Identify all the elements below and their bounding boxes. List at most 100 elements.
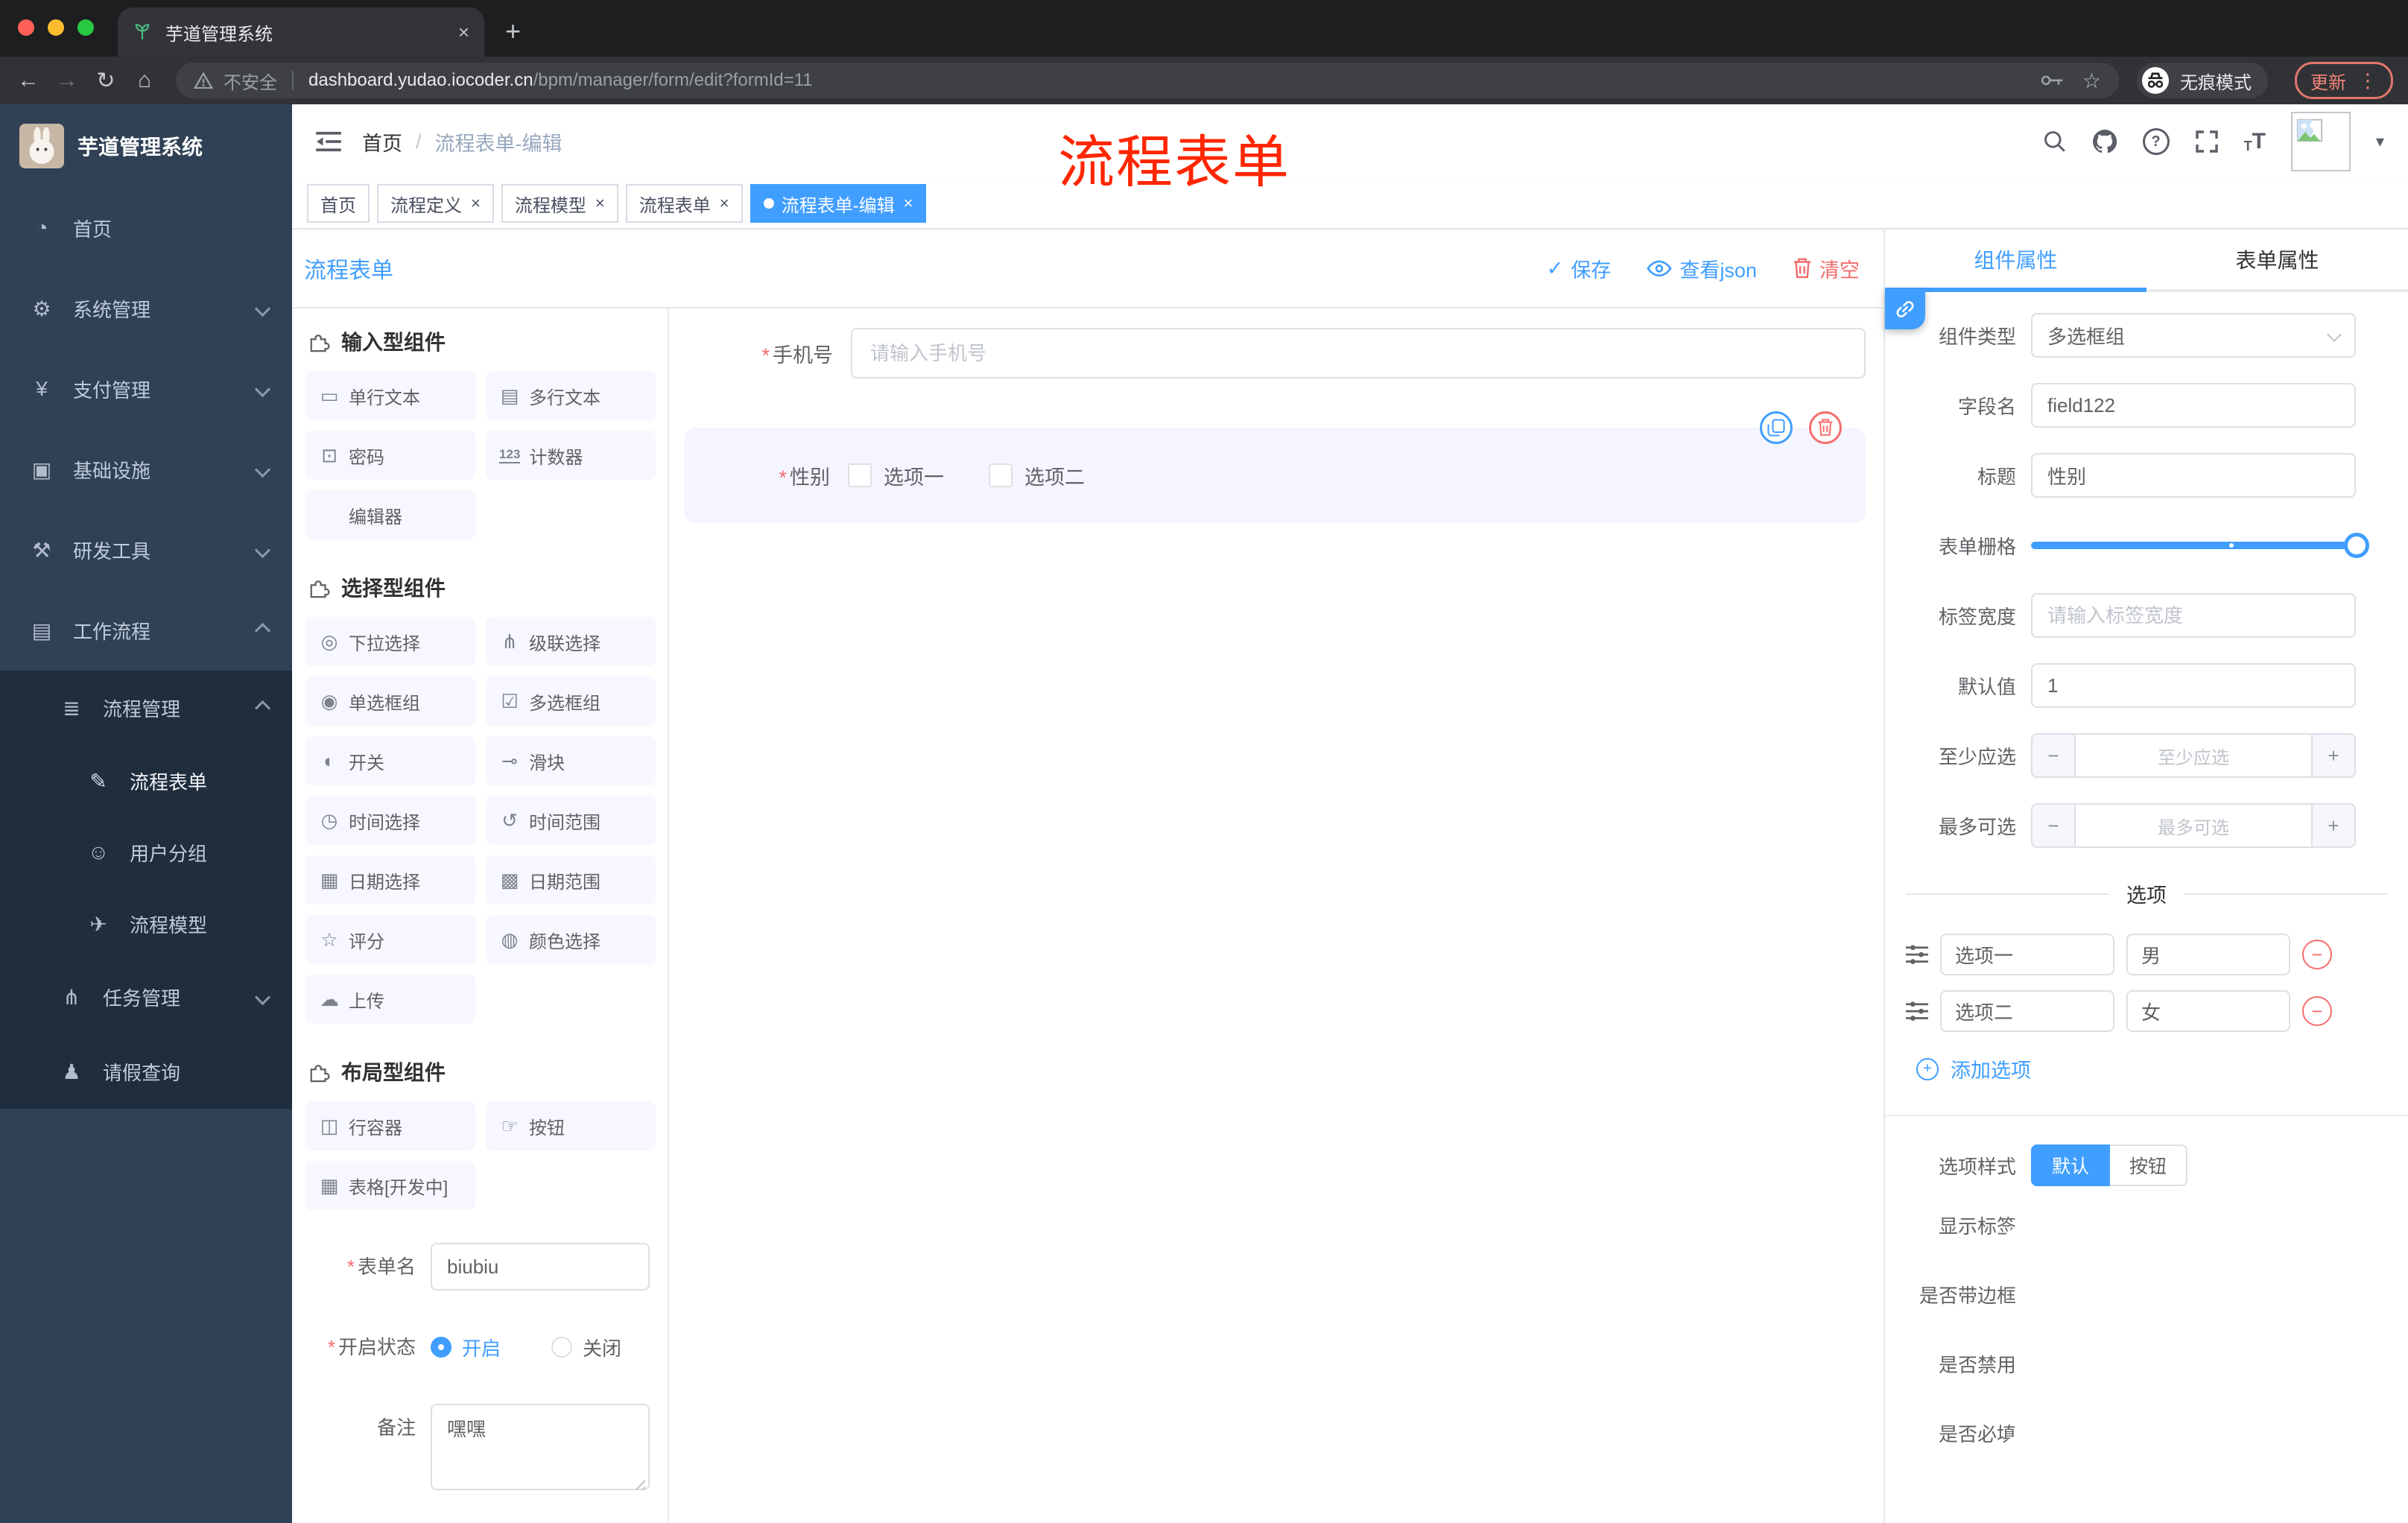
palette-item-color-picker[interactable]: ◍ 颜色选择 <box>486 915 656 964</box>
bookmark-star-icon[interactable]: ☆ <box>2082 69 2101 93</box>
collapse-sidebar-icon[interactable] <box>316 131 341 152</box>
drag-handle-icon[interactable] <box>1906 1001 1928 1021</box>
palette-item-select[interactable]: ◎ 下拉选择 <box>305 617 475 666</box>
window-close-button[interactable] <box>18 19 34 36</box>
selected-component-panel[interactable]: * 性别 选项一 选项二 <box>684 411 1866 523</box>
reload-icon[interactable]: ↻ <box>92 68 119 94</box>
palette-item-single-text[interactable]: ▭ 单行文本 <box>305 371 475 420</box>
component-type-select[interactable] <box>2031 313 2356 358</box>
fullscreen-icon[interactable] <box>2195 130 2219 153</box>
status-radio-on[interactable]: 开启 <box>431 1334 501 1361</box>
sidebar-item-process-form[interactable]: ✎ 流程表单 <box>0 745 292 817</box>
sidebar-item-system[interactable]: ⚙ 系统管理 <box>0 268 292 349</box>
sidebar-item-home[interactable]: ◔ 首页 <box>0 188 292 268</box>
palette-item-checkbox-group[interactable]: ☑ 多选框组 <box>486 677 656 726</box>
window-zoom-button[interactable] <box>77 19 94 36</box>
sidebar-item-payment[interactable]: ¥ 支付管理 <box>0 349 292 429</box>
increase-button[interactable]: + <box>2311 735 2354 776</box>
decrease-button[interactable]: − <box>2032 805 2076 846</box>
sidebar-item-devtools[interactable]: ⚒ 研发工具 <box>0 510 292 590</box>
palette-item-upload[interactable]: ☁ 上传 <box>305 975 475 1024</box>
palette-item-editor[interactable]: 编辑器 <box>305 490 475 539</box>
tab-form-props[interactable]: 表单属性 <box>2146 229 2408 289</box>
style-default-button[interactable]: 默认 <box>2031 1144 2111 1186</box>
tag-process-form[interactable]: 流程表单 × <box>625 184 743 223</box>
password-key-icon[interactable] <box>2041 74 2065 87</box>
remove-option-button[interactable]: − <box>2302 940 2332 969</box>
slider-handle[interactable] <box>2344 533 2369 558</box>
browser-menu-icon[interactable]: ⋮ <box>2358 69 2377 92</box>
palette-item-switch[interactable]: ◐ 开关 <box>305 736 475 785</box>
font-size-icon[interactable]: TT <box>2244 130 2266 153</box>
view-json-button[interactable]: 查看json <box>1647 254 1757 283</box>
browser-tab[interactable]: 芋道管理系统 × <box>118 7 484 57</box>
form-name-input[interactable] <box>431 1243 650 1291</box>
form-remark-textarea[interactable] <box>431 1404 650 1490</box>
field-name-input[interactable] <box>2031 383 2356 428</box>
grid-slider[interactable] <box>2031 523 2369 568</box>
max-select-placeholder[interactable]: 最多可选 <box>2076 805 2311 846</box>
palette-item-time-picker[interactable]: ◷ 时间选择 <box>305 796 475 845</box>
palette-item-time-range[interactable]: ↺ 时间范围 <box>486 796 656 845</box>
forward-icon[interactable]: → <box>54 68 80 93</box>
style-button-button[interactable]: 按钮 <box>2110 1144 2188 1186</box>
palette-item-date-range[interactable]: ▩ 日期范围 <box>486 855 656 905</box>
tag-process-definition[interactable]: 流程定义 × <box>377 184 494 223</box>
palette-item-table[interactable]: ▦ 表格[开发中] <box>305 1161 475 1210</box>
option-value-input[interactable] <box>2126 934 2290 975</box>
clear-button[interactable]: 清空 <box>1793 254 1860 283</box>
palette-item-counter[interactable]: 123 计数器 <box>486 431 656 480</box>
sidebar-logo[interactable]: 芋道管理系统 <box>0 104 292 188</box>
increase-button[interactable]: + <box>2311 805 2354 846</box>
save-button[interactable]: ✓ 保存 <box>1547 254 1612 283</box>
checkbox-icon[interactable] <box>989 463 1013 487</box>
address-bar[interactable]: 不安全 dashboard.yudao.iocoder.cn/bpm/manag… <box>176 63 2119 98</box>
home-icon[interactable]: ⌂ <box>131 68 158 93</box>
back-icon[interactable]: ← <box>15 68 42 93</box>
palette-item-slider[interactable]: ⊸ 滑块 <box>486 736 656 785</box>
title-input[interactable] <box>2031 453 2356 498</box>
link-handle-button[interactable] <box>1885 289 1925 329</box>
status-radio-off[interactable]: 关闭 <box>551 1334 621 1361</box>
form-canvas[interactable]: *手机号 *性别 <box>669 308 1883 1523</box>
tab-close-icon[interactable]: × <box>458 21 469 44</box>
decrease-button[interactable]: − <box>2032 735 2076 776</box>
palette-item-textarea[interactable]: ▤ 多行文本 <box>486 371 656 420</box>
sidebar-item-infra[interactable]: ▣ 基础设施 <box>0 429 292 510</box>
slider-track[interactable] <box>2031 533 2369 558</box>
min-select-placeholder[interactable]: 至少应选 <box>2076 735 2311 776</box>
phone-input[interactable] <box>851 328 1866 379</box>
tag-close-icon[interactable]: × <box>595 194 605 213</box>
checkbox-icon[interactable] <box>848 463 872 487</box>
search-icon[interactable] <box>2043 130 2067 153</box>
remove-option-button[interactable]: − <box>2302 996 2332 1026</box>
drag-handle-icon[interactable] <box>1906 945 1928 964</box>
palette-item-button[interactable]: ☞ 按钮 <box>486 1101 656 1150</box>
sidebar-item-process-mgmt[interactable]: ≣ 流程管理 <box>0 671 292 745</box>
option-label-input[interactable] <box>1940 990 2114 1032</box>
label-width-input[interactable] <box>2031 593 2356 638</box>
avatar-caret-icon[interactable]: ▾ <box>2376 132 2384 151</box>
sidebar-item-workflow[interactable]: ▤ 工作流程 <box>0 590 292 671</box>
window-minimize-button[interactable] <box>48 19 64 36</box>
browser-update-button[interactable]: 更新 ⋮ <box>2295 62 2393 99</box>
gender-option-1[interactable]: 选项一 <box>848 461 944 490</box>
sidebar-item-leave-query[interactable]: ♟ 请假查询 <box>0 1034 292 1109</box>
option-value-input[interactable] <box>2126 990 2290 1032</box>
help-icon[interactable]: ? <box>2142 128 2170 155</box>
add-option-button[interactable]: + 添加选项 <box>1916 1054 2387 1083</box>
palette-item-password[interactable]: ⊡ 密码 <box>305 431 475 480</box>
github-icon[interactable] <box>2092 129 2117 154</box>
avatar[interactable] <box>2290 112 2351 171</box>
tag-process-form-edit[interactable]: 流程表单-编辑 × <box>750 184 927 223</box>
new-tab-button[interactable]: + <box>505 18 521 45</box>
tag-close-icon[interactable]: × <box>904 194 913 213</box>
sidebar-item-task-mgmt[interactable]: ⋔ 任务管理 <box>0 960 292 1034</box>
tag-close-icon[interactable]: × <box>720 194 729 213</box>
palette-item-rate[interactable]: ☆ 评分 <box>305 915 475 964</box>
palette-item-date-picker[interactable]: ▦ 日期选择 <box>305 855 475 905</box>
palette-item-row-container[interactable]: ◫ 行容器 <box>305 1101 475 1150</box>
component-type-value[interactable] <box>2031 313 2356 358</box>
delete-component-button[interactable] <box>1809 411 1842 444</box>
tag-close-icon[interactable]: × <box>471 194 481 213</box>
